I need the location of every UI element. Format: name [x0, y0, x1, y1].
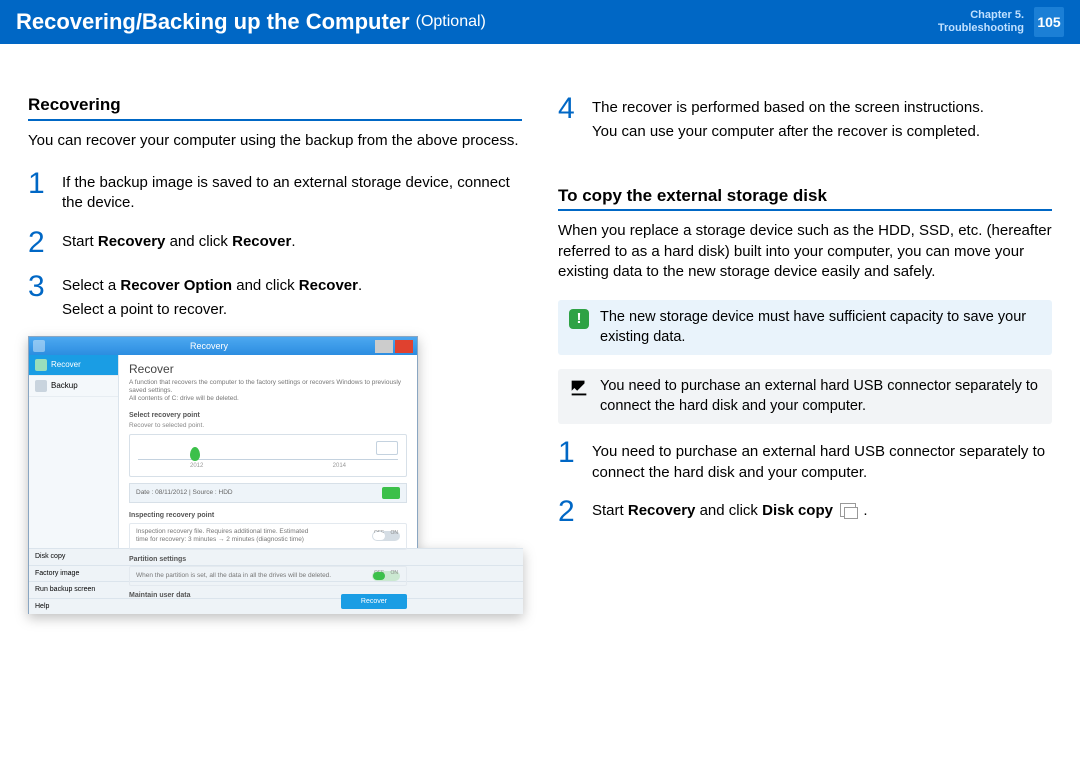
sidebar-item-recover[interactable]: Recover — [29, 355, 118, 376]
page-header: Recovering/Backing up the Computer (Opti… — [0, 0, 1080, 44]
step-text: Start Recovery and click Recover. — [62, 228, 295, 258]
recovery-date-info: Date : 08/11/2012 | Source : HDD — [129, 483, 407, 503]
chapter-info: Chapter 5. Troubleshooting 105 — [938, 7, 1064, 37]
minimize-button[interactable] — [375, 340, 393, 353]
disk-copy-icon — [840, 503, 856, 517]
right-column: 4 The recover is performed based on the … — [558, 94, 1052, 614]
section-heading-recovering: Recovering — [28, 94, 522, 121]
step-text: If the backup image is saved to an exter… — [62, 169, 522, 214]
page-title-subtitle: (Optional) — [416, 13, 486, 31]
step-4: 4 The recover is performed based on the … — [558, 94, 1052, 143]
window-title: Recovery — [190, 340, 228, 352]
step-text: Select a Recover Option and click Recove… — [62, 272, 362, 321]
recovery-timeline[interactable]: 20122014 — [129, 434, 407, 477]
step-number: 3 — [28, 272, 50, 321]
note-warning: ! The new storage device must have suffi… — [558, 300, 1052, 355]
step-number: 2 — [28, 228, 50, 258]
recovery-app-screenshot: Recovery Recover Backup Disk copy Factor… — [28, 336, 522, 614]
step-number: 1 — [28, 169, 50, 214]
label-partition: Partition settings — [129, 555, 407, 564]
section-heading-copy-disk: To copy the external storage disk — [558, 185, 1052, 212]
note-icon — [568, 377, 590, 399]
page-number: 105 — [1034, 7, 1064, 37]
step-text: You need to purchase an external hard US… — [592, 438, 1052, 483]
copy-step-1: 1 You need to purchase an external hard … — [558, 438, 1052, 483]
close-button[interactable] — [395, 340, 413, 353]
recovering-intro: You can recover your computer using the … — [28, 131, 522, 151]
option-partition: When the partition is set, all the data … — [129, 566, 407, 586]
toggle-partition[interactable]: OFFON — [372, 571, 400, 581]
timeline-end-icon — [376, 441, 398, 455]
label-select-recovery-point: Select recovery point — [129, 411, 407, 420]
window-titlebar: Recovery — [29, 337, 417, 355]
chapter-line2: Troubleshooting — [938, 22, 1024, 35]
recover-icon — [35, 359, 47, 371]
step-text: The recover is performed based on the sc… — [592, 94, 984, 143]
step-2: 2 Start Recovery and click Recover. — [28, 228, 522, 258]
recover-button[interactable]: Recover — [341, 594, 407, 609]
toggle-inspect[interactable]: OFFON — [372, 531, 400, 541]
copy-step-2: 2 Start Recovery and click Disk copy . — [558, 497, 1052, 527]
note-info: You need to purchase an external hard US… — [558, 369, 1052, 424]
copy-disk-intro: When you replace a storage device such a… — [558, 221, 1052, 282]
timeline-pin-icon[interactable] — [190, 447, 200, 461]
chapter-line1: Chapter 5. — [938, 9, 1024, 22]
left-column: Recovering You can recover your computer… — [28, 94, 522, 614]
sidebar-item-backup[interactable]: Backup — [29, 376, 118, 397]
step-3: 3 Select a Recover Option and click Reco… — [28, 272, 522, 321]
label-inspecting: Inspecting recovery point — [129, 511, 407, 520]
sidebar: Recover Backup Disk copy Factory image R… — [29, 355, 119, 613]
panel-title: Recover — [129, 361, 407, 377]
recovery-main-panel: Recover A function that recovers the com… — [119, 355, 417, 613]
backup-icon — [35, 380, 47, 392]
warning-icon: ! — [569, 309, 589, 329]
step-number: 2 — [558, 497, 580, 527]
step-text: Start Recovery and click Disk copy . — [592, 497, 868, 527]
step-number: 1 — [558, 438, 580, 483]
step-number: 4 — [558, 94, 580, 143]
page-title: Recovering/Backing up the Computer — [16, 9, 410, 35]
step-1: 1 If the backup image is saved to an ext… — [28, 169, 522, 214]
option-inspect: Inspection recovery file. Requires addit… — [129, 523, 407, 551]
camera-icon[interactable] — [382, 487, 400, 499]
